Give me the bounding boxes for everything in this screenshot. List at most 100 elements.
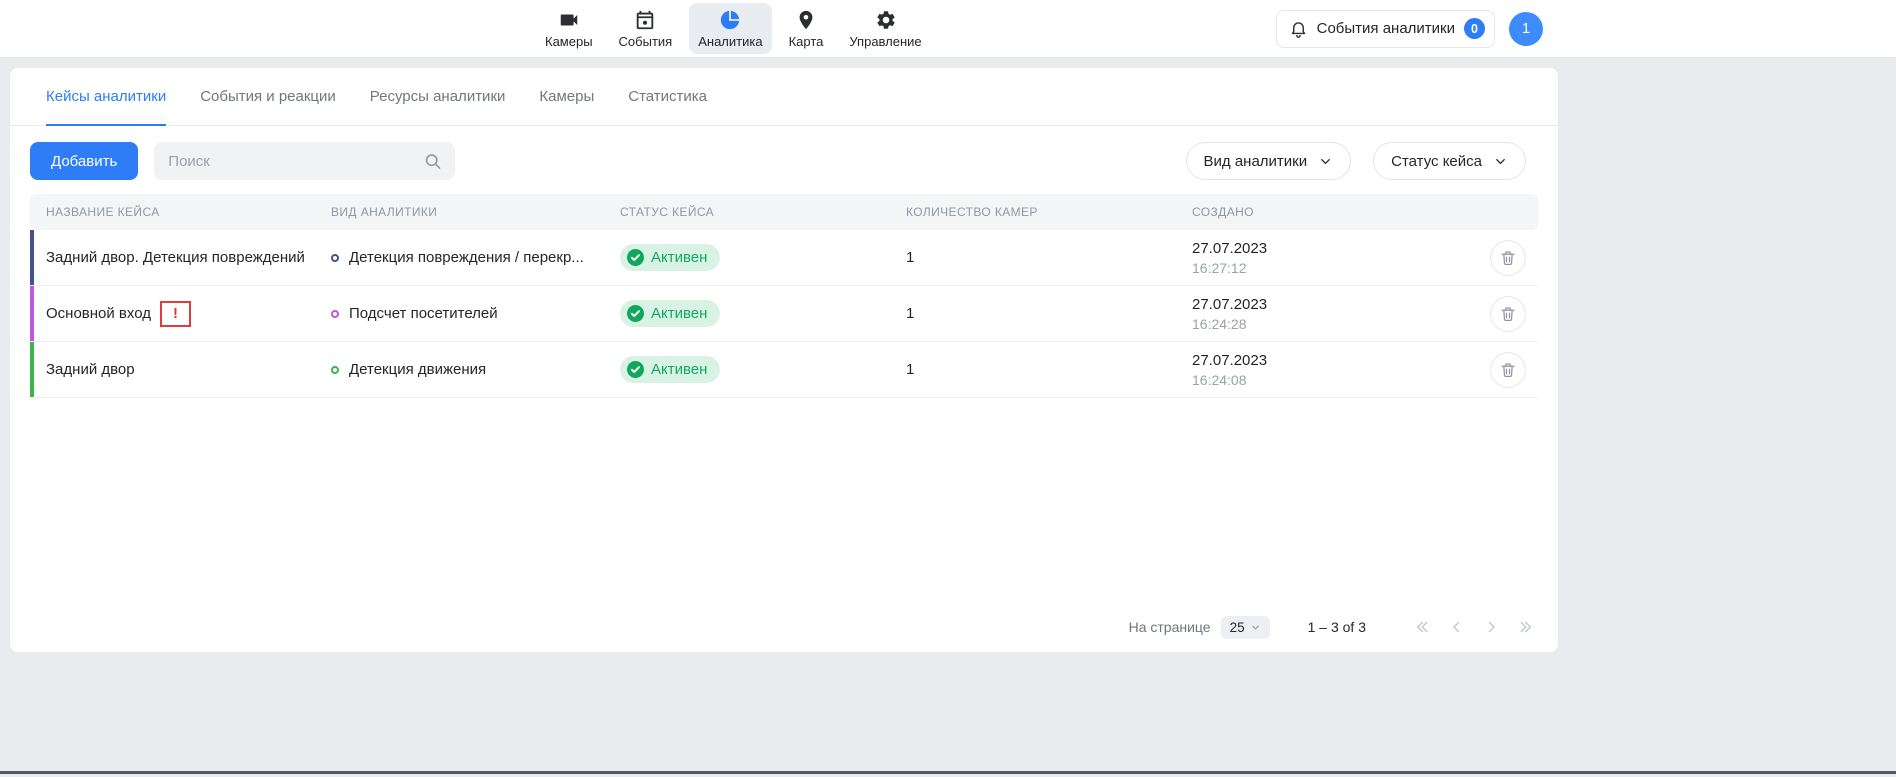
nav-item-events[interactable]: События (610, 3, 682, 54)
nav-label: Карта (789, 34, 824, 49)
created-time: 16:24:28 (1192, 316, 1478, 332)
tab-cameras[interactable]: Камеры (539, 68, 594, 125)
analytics-pie-icon (719, 9, 741, 31)
header-camera-count: КОЛИЧЕСТВО КАМЕР (890, 205, 1176, 219)
nav-label: Аналитика (698, 34, 762, 49)
analytics-type-icon (331, 254, 339, 262)
bell-icon (1289, 19, 1308, 38)
table-header-row: НАЗВАНИЕ КЕЙСА ВИД АНАЛИТИКИ СТАТУС КЕЙС… (30, 194, 1538, 230)
analytics-type-cell: Детекция повреждения / перекр... (315, 249, 604, 266)
analytics-type-label: Подсчет посетителей (349, 305, 498, 322)
case-status-cell: Активен (604, 356, 890, 383)
nav-item-management[interactable]: Управление (840, 3, 930, 54)
delete-button[interactable] (1490, 296, 1526, 332)
nav-item-analytics[interactable]: Аналитика (689, 3, 771, 54)
top-bar: Камеры События Аналитика Карта (0, 0, 1896, 58)
status-badge: Активен (620, 244, 720, 271)
window-bottom-edge (0, 771, 1896, 774)
nav-label: Камеры (545, 34, 593, 49)
main-navigation: Камеры События Аналитика Карта (536, 3, 931, 54)
created-cell: 27.07.2023 16:27:12 (1176, 240, 1478, 276)
case-status-filter-label: Статус кейса (1391, 153, 1482, 170)
status-badge: Активен (620, 300, 720, 327)
created-time: 16:27:12 (1192, 260, 1478, 276)
created-cell: 27.07.2023 16:24:08 (1176, 352, 1478, 388)
pager-controls (1410, 614, 1538, 640)
table-row[interactable]: Задний двор. Детекция повреждений Детекц… (30, 230, 1538, 286)
trash-icon (1499, 249, 1517, 267)
table-row[interactable]: Задний двор Детекция движения Активен 1 … (30, 342, 1538, 398)
table-row[interactable]: Основной вход ! Подсчет посетителей Акти… (30, 286, 1538, 342)
created-cell: 27.07.2023 16:24:28 (1176, 296, 1478, 332)
status-label: Активен (651, 249, 707, 266)
analytics-events-label: События аналитики (1317, 20, 1455, 37)
events-calendar-icon (634, 9, 656, 31)
analytics-type-label: Детекция повреждения / перекр... (349, 249, 584, 266)
case-status-cell: Активен (604, 300, 890, 327)
header-case-name: НАЗВАНИЕ КЕЙСА (30, 205, 315, 219)
per-page-select[interactable]: 25 (1221, 616, 1270, 639)
analytics-type-cell: Подсчет посетителей (315, 305, 604, 322)
status-label: Активен (651, 305, 707, 322)
case-name-cell: Задний двор (30, 361, 315, 378)
trash-icon (1499, 361, 1517, 379)
tab-analytics-resources[interactable]: Ресурсы аналитики (370, 68, 506, 125)
analytics-type-filter-label: Вид аналитики (1204, 153, 1308, 170)
row-accent-bar (30, 230, 34, 285)
pagination: На странице 25 1 – 3 of 3 (30, 614, 1538, 640)
case-status-filter[interactable]: Статус кейса (1373, 142, 1526, 180)
nav-label: Управление (849, 34, 921, 49)
row-accent-bar (30, 286, 34, 341)
header-case-status: СТАТУС КЕЙСА (604, 205, 890, 219)
next-page-button[interactable] (1478, 614, 1504, 640)
camera-count-cell: 1 (890, 361, 1176, 378)
last-page-button[interactable] (1512, 614, 1538, 640)
tab-statistics[interactable]: Статистика (628, 68, 707, 125)
nav-label: События (619, 34, 673, 49)
status-badge: Активен (620, 356, 720, 383)
analytics-events-button[interactable]: События аналитики 0 (1276, 10, 1495, 48)
analytics-type-label: Детекция движения (349, 361, 486, 378)
chevron-down-icon (1250, 622, 1261, 633)
trash-icon (1499, 305, 1517, 323)
cases-table: НАЗВАНИЕ КЕЙСА ВИД АНАЛИТИКИ СТАТУС КЕЙС… (30, 194, 1538, 398)
analytics-panel: Кейсы аналитики События и реакции Ресурс… (10, 68, 1558, 652)
search-input[interactable] (154, 142, 455, 180)
analytics-type-icon (331, 366, 339, 374)
nav-item-cameras[interactable]: Камеры (536, 3, 602, 54)
case-status-cell: Активен (604, 244, 890, 271)
per-page-label: На странице (1129, 619, 1211, 635)
first-page-button[interactable] (1410, 614, 1436, 640)
map-pin-icon (795, 9, 817, 31)
actions-cell (1478, 240, 1538, 276)
header-created: СОЗДАНО (1176, 205, 1478, 219)
toolbar: Добавить Вид аналитики Статус кейса (30, 142, 1526, 180)
search-icon (423, 152, 442, 171)
chevron-down-icon (1493, 154, 1508, 169)
analytics-type-filter[interactable]: Вид аналитики (1186, 142, 1352, 180)
nav-item-map[interactable]: Карта (780, 3, 833, 54)
range-text: 1 – 3 of 3 (1308, 619, 1366, 635)
prev-page-button[interactable] (1444, 614, 1470, 640)
camera-count-cell: 1 (890, 305, 1176, 322)
delete-button[interactable] (1490, 240, 1526, 276)
case-name: Задний двор (46, 361, 135, 378)
camera-count-cell: 1 (890, 249, 1176, 266)
user-avatar[interactable]: 1 (1509, 12, 1543, 46)
events-count-badge: 0 (1464, 18, 1485, 39)
add-button[interactable]: Добавить (30, 142, 138, 180)
check-circle-icon (627, 249, 644, 266)
check-circle-icon (627, 305, 644, 322)
tab-analytics-cases[interactable]: Кейсы аналитики (46, 68, 166, 125)
chevron-down-icon (1318, 154, 1333, 169)
tab-events-reactions[interactable]: События и реакции (200, 68, 336, 125)
actions-cell (1478, 352, 1538, 388)
search-box (154, 142, 455, 180)
delete-button[interactable] (1490, 352, 1526, 388)
tabs-row: Кейсы аналитики События и реакции Ресурс… (10, 68, 1558, 126)
created-date: 27.07.2023 (1192, 296, 1478, 313)
row-accent-bar (30, 342, 34, 397)
header-analytics-type: ВИД АНАЛИТИКИ (315, 205, 604, 219)
created-date: 27.07.2023 (1192, 240, 1478, 257)
case-name-cell: Основной вход ! (30, 301, 315, 327)
